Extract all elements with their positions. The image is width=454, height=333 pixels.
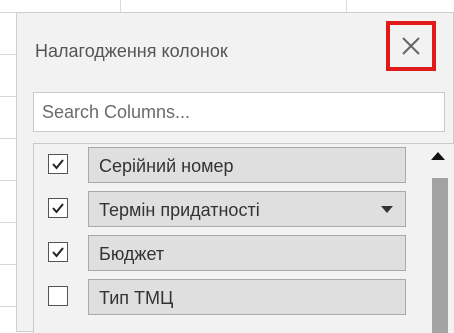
- column-label-box[interactable]: Бюджет: [88, 235, 406, 271]
- grid-line: [0, 96, 16, 97]
- grid-line: [120, 0, 121, 12]
- column-checkbox[interactable]: [48, 242, 68, 262]
- column-list: Серійний номер Термін придатності Бюджет…: [33, 143, 454, 333]
- scroll-thumb[interactable]: [432, 178, 448, 333]
- column-checkbox[interactable]: [48, 286, 68, 306]
- close-button[interactable]: [386, 21, 436, 71]
- column-label: Термін придатності: [99, 200, 260, 220]
- scroll-up-arrow-icon[interactable]: [431, 152, 445, 160]
- column-checkbox[interactable]: [48, 198, 68, 218]
- column-row-serial-number: Серійний номер: [34, 144, 424, 188]
- column-row-budget: Бюджет: [34, 232, 424, 276]
- close-icon: [402, 37, 420, 55]
- grid-line: [346, 0, 347, 12]
- column-row-expiry-date: Термін придатності: [34, 188, 424, 232]
- column-label: Тип ТМЦ: [99, 288, 174, 308]
- grid-line: [0, 222, 16, 223]
- grid-line: [0, 180, 16, 181]
- checkmark-icon: [52, 247, 64, 258]
- panel-header: Налагодження колонок: [17, 13, 453, 95]
- vertical-scrollbar[interactable]: [424, 144, 454, 333]
- column-settings-panel: Налагодження колонок Серійний номер: [16, 12, 454, 333]
- column-label-box[interactable]: Термін придатності: [88, 191, 406, 227]
- search-columns-input[interactable]: [33, 92, 445, 132]
- column-label: Серійний номер: [99, 156, 234, 176]
- checkmark-icon: [52, 203, 64, 214]
- panel-title: Налагодження колонок: [35, 41, 228, 61]
- column-row-item-type: Тип ТМЦ: [34, 276, 424, 320]
- grid-line: [0, 306, 16, 307]
- column-label-box[interactable]: Тип ТМЦ: [88, 279, 406, 315]
- grid-line: [0, 138, 16, 139]
- column-checkbox[interactable]: [48, 154, 68, 174]
- checkmark-icon: [52, 159, 64, 170]
- grid-line: [0, 12, 16, 13]
- grid-line: [0, 264, 16, 265]
- grid-line: [0, 54, 16, 55]
- chevron-down-icon[interactable]: [381, 206, 393, 213]
- column-label-box[interactable]: Серійний номер: [88, 147, 406, 183]
- column-label: Бюджет: [99, 244, 165, 264]
